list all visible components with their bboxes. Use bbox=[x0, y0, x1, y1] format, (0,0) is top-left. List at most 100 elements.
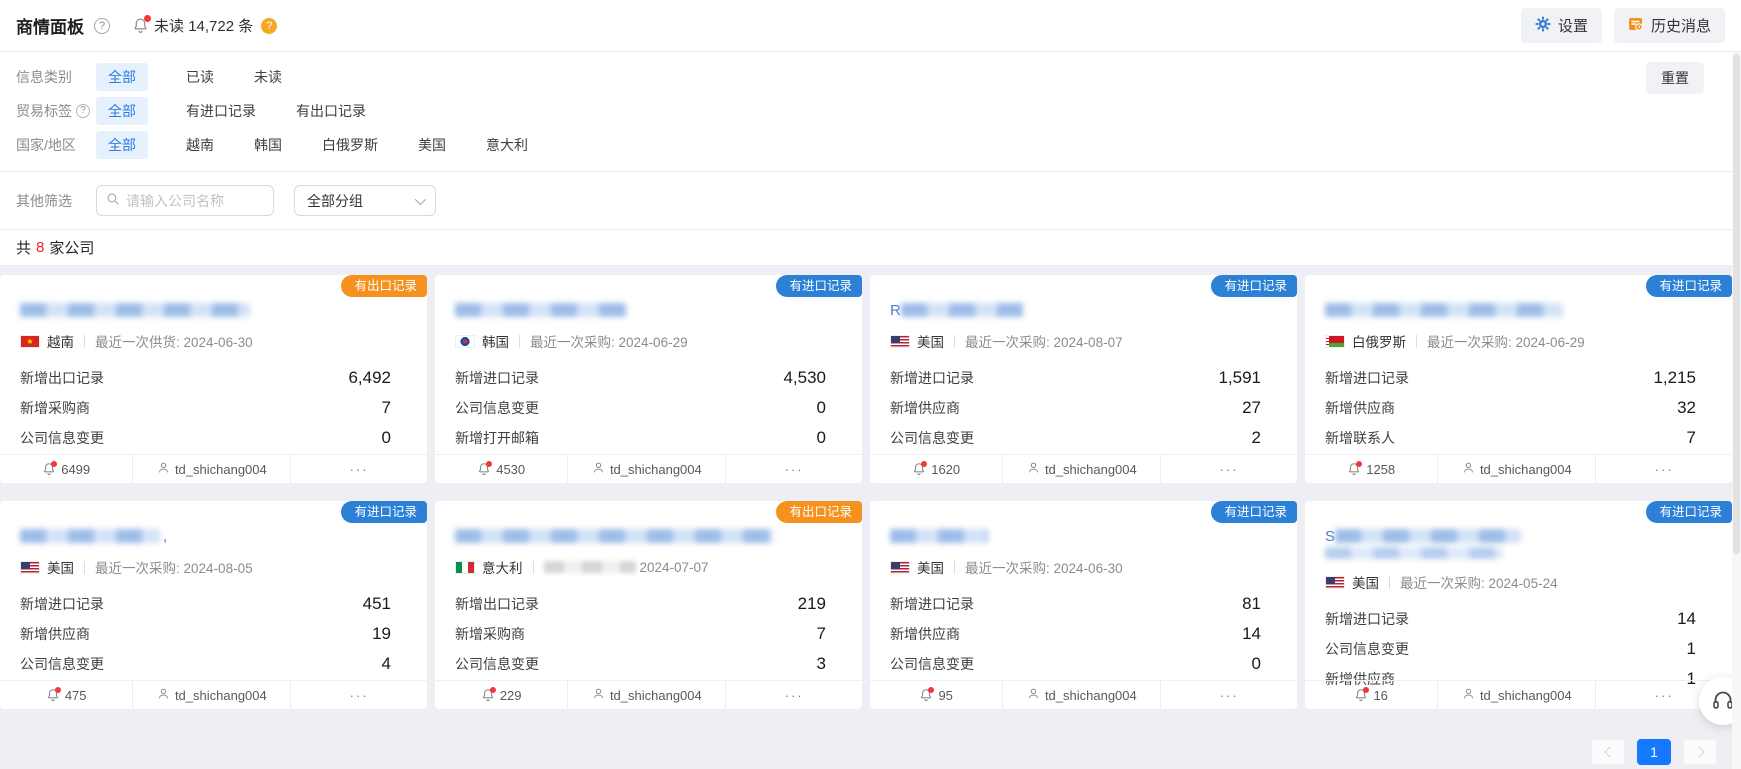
person-icon bbox=[157, 687, 170, 703]
card-footer: 229 td_shichang004 ··· bbox=[435, 680, 862, 709]
company-card[interactable]: 有进口记录 美国 最近一次采购: 2024-06-30 新增进口记录81新增供应… bbox=[870, 501, 1297, 709]
last-date: 2024-06-29 bbox=[619, 335, 688, 350]
company-search-box[interactable] bbox=[96, 185, 274, 216]
company-card[interactable]: 有出口记录 意大利 2024-07-07 新增出口记录219新增采购商7公司信息… bbox=[435, 501, 862, 709]
company-card[interactable]: 有进口记录 R 美国 最近一次采购: 2024-08-07 新增进口记录1,59… bbox=[870, 275, 1297, 483]
filter-row: 信息类别全部已读未读 bbox=[16, 60, 1741, 94]
stat-label: 新增采购商 bbox=[20, 398, 90, 418]
card-owner[interactable]: td_shichang004 bbox=[1002, 681, 1160, 709]
help-orange-icon[interactable]: ? bbox=[261, 18, 277, 34]
stat-label: 公司信息变更 bbox=[455, 398, 539, 418]
filter-option[interactable]: 未读 bbox=[252, 63, 284, 91]
filter-option[interactable]: 美国 bbox=[416, 131, 448, 159]
card-owner[interactable]: td_shichang004 bbox=[567, 681, 725, 709]
filter-option[interactable]: 有进口记录 bbox=[184, 97, 258, 125]
company-card[interactable]: 有进口记录 S 美国 最近一次采购: 2024-05-24 新增进口记录14公司… bbox=[1305, 501, 1732, 709]
more-actions-button[interactable]: ··· bbox=[725, 455, 862, 483]
stat-row: 公司信息变更0 bbox=[870, 649, 1297, 679]
stat-label: 公司信息变更 bbox=[20, 654, 104, 674]
settings-button[interactable]: 设置 bbox=[1521, 8, 1602, 43]
filter-option[interactable]: 意大利 bbox=[484, 131, 530, 159]
stat-row: 新增进口记录81 bbox=[870, 589, 1297, 619]
group-select[interactable]: 全部分组 bbox=[294, 185, 436, 216]
card-owner[interactable]: td_shichang004 bbox=[132, 455, 290, 483]
scrollbar-thumb[interactable] bbox=[1733, 54, 1740, 554]
card-owner[interactable]: td_shichang004 bbox=[1437, 681, 1595, 709]
stat-row: 新增进口记录1,591 bbox=[870, 363, 1297, 393]
filter-options: 全部 越南 韩国 白俄罗斯 美国 意大利 bbox=[96, 131, 530, 159]
card-notifications[interactable]: 229 bbox=[435, 681, 567, 709]
notification-bell-icon[interactable] bbox=[132, 17, 149, 34]
more-actions-button[interactable]: ··· bbox=[725, 681, 862, 709]
card-notifications[interactable]: 1620 bbox=[870, 455, 1002, 483]
company-card[interactable]: 有进口记录 白俄罗斯 最近一次采购: 2024-06-29 新增进口记录1,21… bbox=[1305, 275, 1732, 483]
company-card[interactable]: 有进口记录 韩国 最近一次采购: 2024-06-29 新增进口记录4,530公… bbox=[435, 275, 862, 483]
divider bbox=[954, 561, 955, 574]
card-notifications[interactable]: 475 bbox=[0, 681, 132, 709]
stat-value: 14 bbox=[1677, 609, 1696, 629]
stat-row: 新增供应商27 bbox=[870, 393, 1297, 423]
company-name-blur bbox=[455, 303, 627, 317]
stat-label: 新增供应商 bbox=[1325, 398, 1395, 418]
stat-value: 6,492 bbox=[348, 368, 391, 388]
filter-option[interactable]: 韩国 bbox=[252, 131, 284, 159]
trade-record-badge: 有进口记录 bbox=[1211, 501, 1297, 523]
last-date-label: 最近一次采购: bbox=[95, 561, 180, 576]
person-icon bbox=[592, 687, 605, 703]
company-meta: 美国 最近一次采购: 2024-08-05 bbox=[20, 557, 407, 577]
filter-option[interactable]: 全部 bbox=[96, 131, 148, 159]
reset-button[interactable]: 重置 bbox=[1646, 62, 1704, 94]
card-notifications[interactable]: 95 bbox=[870, 681, 1002, 709]
card-footer: 95 td_shichang004 ··· bbox=[870, 680, 1297, 709]
filter-option[interactable]: 白俄罗斯 bbox=[320, 131, 380, 159]
company-search-input[interactable] bbox=[126, 193, 264, 209]
stat-label: 新增供应商 bbox=[890, 624, 960, 644]
prev-page-button[interactable] bbox=[1591, 739, 1625, 765]
other-filter-row: 其他筛选 全部分组 bbox=[16, 172, 1741, 229]
card-notifications[interactable]: 4530 bbox=[435, 455, 567, 483]
card-notifications[interactable]: 6499 bbox=[0, 455, 132, 483]
bell-icon bbox=[1347, 462, 1361, 476]
filter-option[interactable]: 有出口记录 bbox=[294, 97, 368, 125]
more-actions-button[interactable]: ··· bbox=[1160, 681, 1297, 709]
stat-row: 新增采购商7 bbox=[435, 619, 862, 649]
company-card[interactable]: 有出口记录 越南 最近一次供货: 2024-06-30 新增出口记录6,492新… bbox=[0, 275, 427, 483]
country-flag bbox=[455, 335, 475, 348]
more-actions-button[interactable]: ··· bbox=[290, 681, 427, 709]
stat-value: 4,530 bbox=[783, 368, 826, 388]
more-actions-button[interactable]: ··· bbox=[1595, 455, 1732, 483]
more-actions-button[interactable]: ··· bbox=[1160, 455, 1297, 483]
card-owner[interactable]: td_shichang004 bbox=[567, 455, 725, 483]
last-date-label: 最近一次采购: bbox=[530, 335, 615, 350]
card-owner[interactable]: td_shichang004 bbox=[1002, 455, 1160, 483]
card-owner[interactable]: td_shichang004 bbox=[1437, 455, 1595, 483]
filter-option[interactable]: 全部 bbox=[96, 63, 148, 91]
notify-count: 4530 bbox=[496, 462, 525, 477]
company-card[interactable]: 有进口记录 , 美国 最近一次采购: 2024-08-05 新增进口记录451新… bbox=[0, 501, 427, 709]
company-name-blur2 bbox=[1325, 547, 1503, 559]
card-owner[interactable]: td_shichang004 bbox=[132, 681, 290, 709]
history-messages-button[interactable]: 历史消息 bbox=[1614, 8, 1725, 43]
next-page-button[interactable] bbox=[1683, 739, 1717, 765]
help-icon[interactable]: ? bbox=[94, 18, 110, 34]
company-name bbox=[890, 528, 1277, 544]
person-icon bbox=[1462, 687, 1475, 703]
filter-option[interactable]: 已读 bbox=[184, 63, 216, 91]
card-notifications[interactable]: 16 bbox=[1305, 681, 1437, 709]
card-notifications[interactable]: 1258 bbox=[1305, 455, 1437, 483]
page-1-button[interactable]: 1 bbox=[1637, 739, 1671, 765]
notify-count: 6499 bbox=[61, 462, 90, 477]
stat-row: 公司信息变更4 bbox=[0, 649, 427, 679]
filter-help-icon[interactable]: ? bbox=[76, 104, 90, 118]
stat-value: 451 bbox=[363, 594, 391, 614]
company-name-blur bbox=[1335, 529, 1521, 543]
person-icon bbox=[592, 461, 605, 477]
filter-option[interactable]: 越南 bbox=[184, 131, 216, 159]
company-name-blur bbox=[20, 529, 160, 543]
stat-value: 81 bbox=[1242, 594, 1261, 614]
more-actions-button[interactable]: ··· bbox=[290, 455, 427, 483]
country-flag bbox=[1325, 335, 1345, 348]
company-name-prefix: R bbox=[890, 302, 901, 319]
card-footer: 16 td_shichang004 ··· bbox=[1305, 680, 1732, 709]
filter-option[interactable]: 全部 bbox=[96, 97, 148, 125]
